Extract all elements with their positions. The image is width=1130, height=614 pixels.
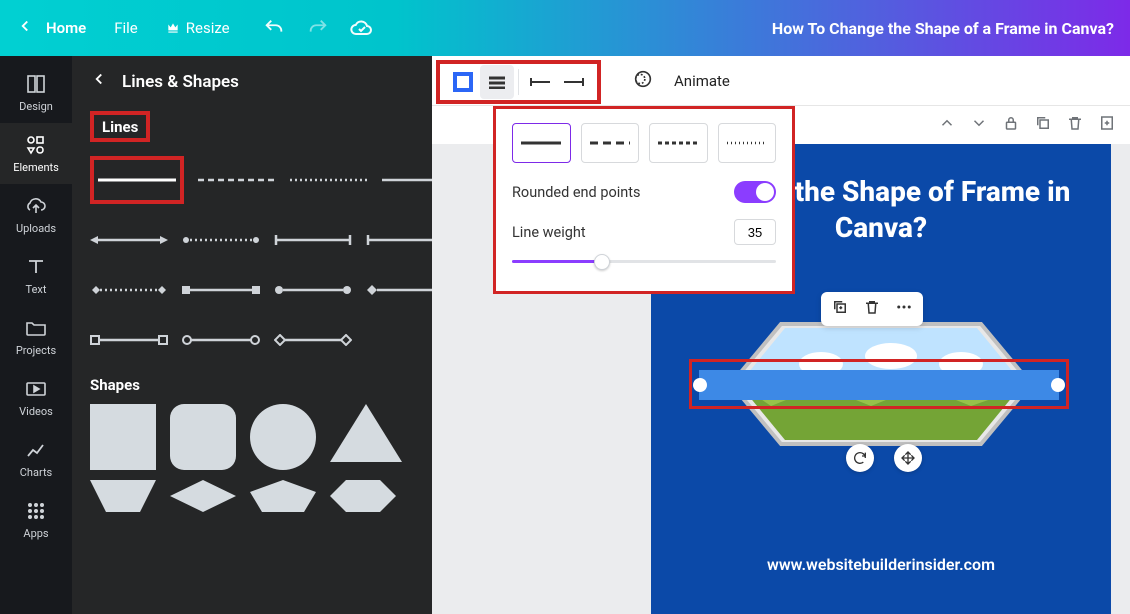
line-square-ends[interactable] [182,276,260,304]
rail-projects[interactable]: Projects [0,306,72,367]
line-open-square[interactable] [90,326,168,354]
shape-trapezoid-down[interactable] [90,480,156,512]
weight-input[interactable] [734,219,776,245]
rail-label: Design [19,100,53,113]
rail-label: Apps [23,527,48,540]
resize-handle-left[interactable] [693,378,707,392]
rail-label: Projects [16,344,56,357]
rail-apps[interactable]: Apps [0,489,72,550]
animate-icon[interactable] [632,68,654,94]
line-solid-highlight [90,156,184,204]
line-circle-ends[interactable] [274,276,352,304]
chevron-up-icon[interactable] [938,114,956,136]
line-color-button[interactable] [446,65,480,99]
panel-title: Lines & Shapes [122,72,239,92]
crown-icon [166,21,180,35]
line-diamond-ends[interactable] [366,276,432,304]
rail-label: Elements [13,161,59,174]
shape-circle[interactable] [250,404,316,470]
line-dotted[interactable] [290,166,368,194]
rounded-toggle[interactable] [734,181,776,203]
rail-videos[interactable]: Videos [0,367,72,428]
copy-icon[interactable] [1034,114,1052,136]
file-menu[interactable]: File [114,19,138,37]
rotate-handle[interactable] [846,444,874,472]
line-end-button[interactable] [557,65,591,99]
line-start-button[interactable] [523,65,557,99]
page-action-bar [924,106,1130,144]
animate-button[interactable]: Animate [674,72,730,90]
line-dotted-barbell[interactable] [182,226,260,254]
rail-elements[interactable]: Elements [0,123,72,184]
left-rail: Design Elements Uploads Text Projects Vi… [0,56,72,614]
line-solid[interactable] [98,166,176,194]
style-dashed[interactable] [581,123,640,163]
rail-label: Charts [20,466,52,479]
style-short-dash[interactable] [649,123,708,163]
line-open-diamond[interactable] [274,326,352,354]
cloud-sync-icon[interactable] [346,12,378,44]
toolbar-highlight [436,60,601,104]
trash-icon[interactable] [1066,114,1084,136]
redo-button[interactable] [302,12,334,44]
weight-label: Line weight [512,224,586,241]
line-style-popover: Rounded end points Line weight [493,106,795,294]
transform-handles [846,444,922,472]
lock-icon[interactable] [1002,114,1020,136]
line-dashed[interactable] [198,166,276,194]
weight-slider[interactable] [512,251,776,271]
document-title[interactable]: How To Change the Shape of a Frame in Ca… [772,19,1114,38]
line-diamond-dotted[interactable] [90,276,168,304]
delete-icon[interactable] [863,298,881,320]
rail-design[interactable]: Design [0,62,72,123]
line-style-button[interactable] [480,65,514,99]
shape-triangle[interactable] [330,404,402,462]
floating-toolbar [821,292,923,326]
back-icon[interactable] [16,17,34,39]
shape-diamond[interactable] [170,480,236,512]
line-bracket[interactable] [274,226,352,254]
line-bracket-arrow[interactable] [366,226,432,254]
rail-uploads[interactable]: Uploads [0,184,72,245]
shape-pentagon[interactable] [250,480,316,512]
more-icon[interactable] [895,298,913,320]
add-page-icon[interactable] [1098,114,1116,136]
lines-heading-highlight: Lines [90,111,150,142]
duplicate-icon[interactable] [831,298,849,320]
lines-heading: Lines [102,118,138,136]
shape-hexagon[interactable] [330,480,396,512]
shape-square[interactable] [90,404,156,470]
top-bar: Home File Resize How To Change the Shape… [0,0,1130,56]
slider-knob[interactable] [594,254,610,270]
home-link[interactable]: Home [46,19,86,37]
shape-rounded-square[interactable] [170,404,236,470]
rail-text[interactable]: Text [0,245,72,306]
resize-handle-right[interactable] [1051,378,1065,392]
rail-label: Text [26,283,47,296]
panel-back-icon[interactable] [90,70,108,93]
resize-menu[interactable]: Resize [166,19,230,37]
shapes-grid [90,404,414,470]
line-open-circle[interactable] [182,326,260,354]
shapes-heading: Shapes [90,376,414,394]
canvas-url[interactable]: www.websitebuilderinsider.com [651,555,1111,574]
rounded-label: Rounded end points [512,184,641,201]
elements-panel: Lines & Shapes Lines Shapes [72,56,432,614]
separator [518,69,519,95]
line-arrow[interactable] [382,166,432,194]
selected-line-element[interactable] [699,370,1059,400]
resize-label: Resize [186,19,230,37]
rail-charts[interactable]: Charts [0,428,72,489]
undo-button[interactable] [258,12,290,44]
line-double-arrow[interactable] [90,226,168,254]
chevron-down-icon[interactable] [970,114,988,136]
rail-label: Uploads [16,222,56,235]
rail-label: Videos [19,405,53,418]
style-solid[interactable] [512,123,571,163]
style-dotted[interactable] [718,123,777,163]
slider-fill [512,260,596,263]
move-handle[interactable] [894,444,922,472]
